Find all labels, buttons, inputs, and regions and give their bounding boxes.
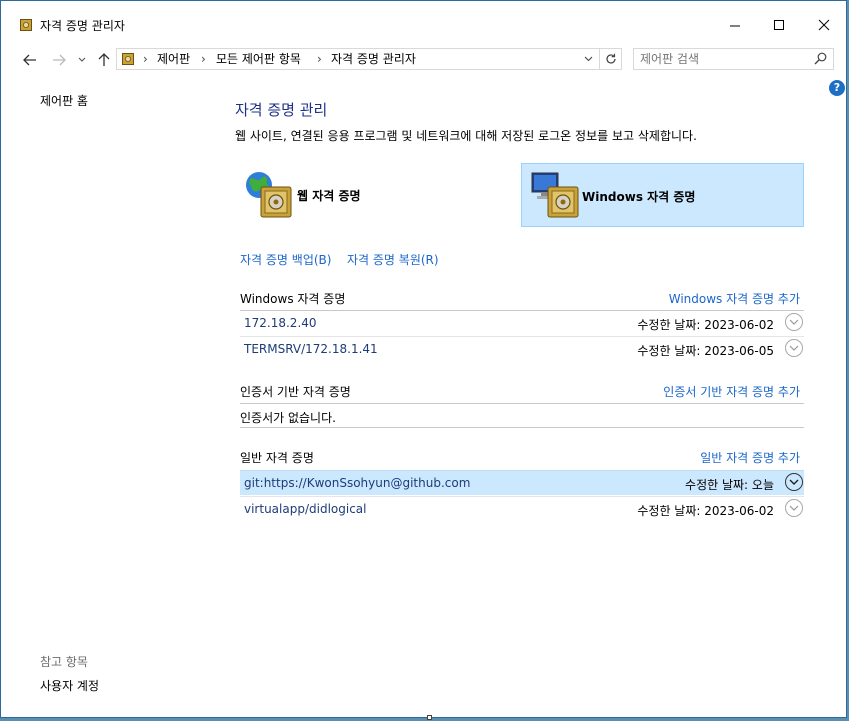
credential-modified-date: 수정한 날짜: 오늘 <box>685 478 774 492</box>
chevron-down-icon <box>789 345 799 351</box>
minimize-button[interactable] <box>712 10 758 40</box>
page-title: 자격 증명 관리 <box>235 101 328 119</box>
windows-credentials-icon <box>531 172 579 218</box>
back-arrow-icon <box>23 54 36 66</box>
chevron-down-icon <box>78 57 86 62</box>
certificate-empty-row: 인증서가 없습니다. <box>240 403 804 428</box>
up-arrow-icon <box>98 53 110 66</box>
expand-button[interactable] <box>785 313 803 331</box>
maximize-button[interactable] <box>756 10 802 40</box>
web-credentials-icon <box>246 172 292 218</box>
credential-row[interactable]: 172.18.2.40 수정한 날짜: 2023-06-02 <box>240 310 804 335</box>
generic-credentials-section-title: 일반 자격 증명 <box>240 451 314 465</box>
certificate-credentials-section-title: 인증서 기반 자격 증명 <box>240 385 351 399</box>
credential-row[interactable]: virtualapp/didlogical 수정한 날짜: 2023-06-02 <box>240 496 804 521</box>
window-title: 자격 증명 관리자 <box>40 19 125 33</box>
add-windows-credential-link[interactable]: Windows 자격 증명 추가 <box>669 290 800 307</box>
resize-handle[interactable] <box>427 715 432 720</box>
control-panel-home-link[interactable]: 제어판 홈 <box>40 92 88 109</box>
credential-name: 172.18.2.40 <box>244 316 317 330</box>
windows-credentials-label: Windows 자격 증명 <box>582 190 696 204</box>
page-description: 웹 사이트, 연결된 응용 프로그램 및 네트워크에 대해 저장된 로그온 정보… <box>235 129 697 143</box>
backup-credentials-link[interactable]: 자격 증명 백업(B) <box>240 251 331 268</box>
credential-modified-date: 수정한 날짜: 2023-06-02 <box>637 504 774 518</box>
credential-manager-window: 자격 증명 관리자 › 제어판 › 모든 제어판 항목 › 자격 증명 관리자 <box>0 0 847 718</box>
windows-credentials-tile[interactable]: Windows 자격 증명 <box>521 163 804 227</box>
breadcrumb-separator: › <box>317 52 322 66</box>
breadcrumb-credential-manager[interactable]: 자격 증명 관리자 <box>331 52 416 66</box>
expand-button[interactable] <box>785 339 803 357</box>
expand-button[interactable] <box>785 499 803 517</box>
web-credentials-tile[interactable]: 웹 자격 증명 <box>237 163 511 227</box>
chevron-down-icon <box>789 319 799 325</box>
close-icon <box>818 19 830 31</box>
vault-icon <box>20 19 32 31</box>
close-button[interactable] <box>801 10 847 40</box>
add-certificate-credential-link[interactable]: 인증서 기반 자격 증명 추가 <box>663 383 800 400</box>
windows-credentials-section-title: Windows 자격 증명 <box>240 292 346 306</box>
breadcrumb-separator: › <box>201 52 206 66</box>
user-accounts-link[interactable]: 사용자 계정 <box>40 677 99 694</box>
forward-button[interactable] <box>49 50 69 70</box>
chevron-down-icon <box>789 479 799 485</box>
credential-name: git:https://KwonSsohyun@github.com <box>244 476 471 490</box>
expand-button[interactable] <box>785 473 803 491</box>
minimize-icon <box>729 25 740 26</box>
credential-modified-date: 수정한 날짜: 2023-06-02 <box>637 318 774 332</box>
refresh-button[interactable] <box>600 48 622 70</box>
breadcrumb-all-items[interactable]: 모든 제어판 항목 <box>216 52 301 66</box>
address-bar[interactable]: › 제어판 › 모든 제어판 항목 › 자격 증명 관리자 <box>116 48 600 70</box>
see-also-label: 참고 항목 <box>40 655 88 669</box>
help-icon[interactable]: ? <box>829 80 845 96</box>
breadcrumb-control-panel[interactable]: 제어판 <box>157 52 190 66</box>
web-credentials-label: 웹 자격 증명 <box>297 189 361 203</box>
search-icon[interactable] <box>814 52 827 65</box>
credential-modified-date: 수정한 날짜: 2023-06-05 <box>637 344 774 358</box>
credential-name: virtualapp/didlogical <box>244 502 367 516</box>
restore-credentials-link[interactable]: 자격 증명 복원(R) <box>347 251 439 268</box>
vault-icon <box>122 53 134 65</box>
up-button[interactable] <box>94 50 114 70</box>
search-box[interactable] <box>633 48 834 70</box>
breadcrumb-separator: › <box>143 52 148 66</box>
title-bar[interactable]: 자격 증명 관리자 <box>1 1 846 37</box>
search-input[interactable] <box>640 50 800 68</box>
credential-row[interactable]: git:https://KwonSsohyun@github.com 수정한 날… <box>240 470 804 495</box>
maximize-icon <box>773 19 784 30</box>
credential-name: TERMSRV/172.18.1.41 <box>244 342 378 356</box>
refresh-icon <box>605 53 616 64</box>
address-dropdown-icon[interactable] <box>584 56 593 62</box>
back-button[interactable] <box>20 50 40 70</box>
chevron-down-icon <box>789 505 799 511</box>
credential-row[interactable]: TERMSRV/172.18.1.41 수정한 날짜: 2023-06-05 <box>240 336 804 361</box>
forward-arrow-icon <box>53 54 66 66</box>
recent-locations-button[interactable] <box>75 50 89 70</box>
add-generic-credential-link[interactable]: 일반 자격 증명 추가 <box>700 449 800 466</box>
no-certificates-message: 인증서가 없습니다. <box>240 411 336 425</box>
